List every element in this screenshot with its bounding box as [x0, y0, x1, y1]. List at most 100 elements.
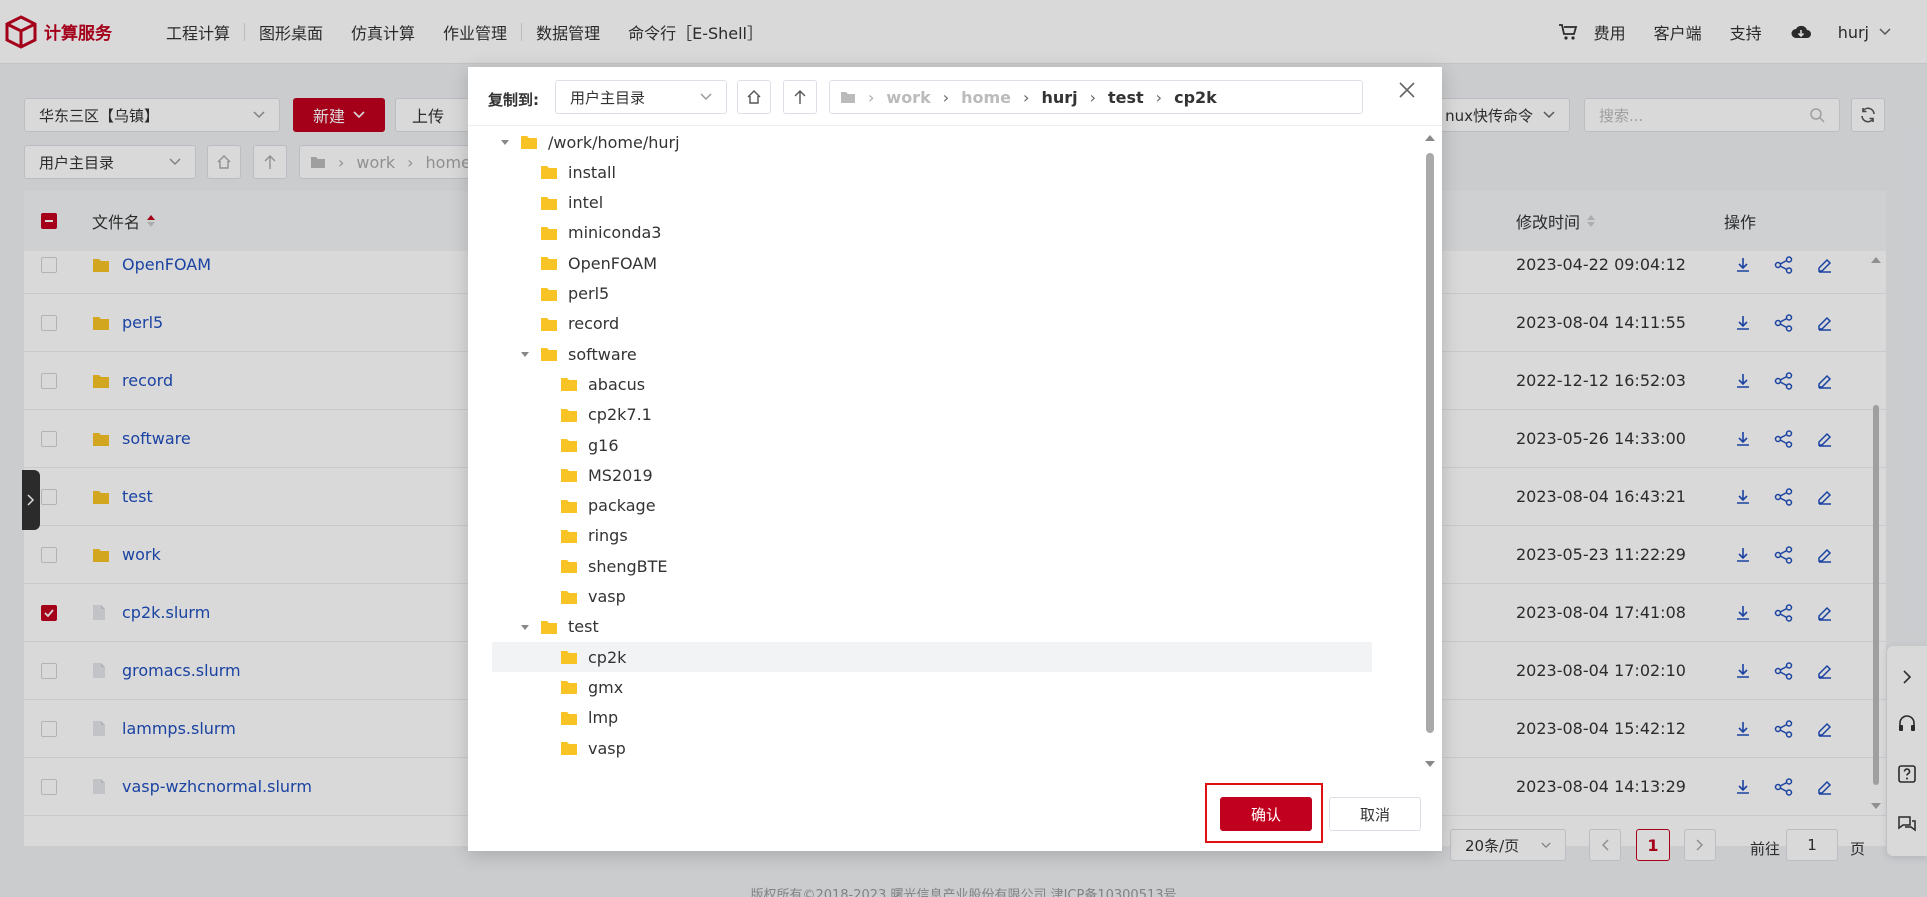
- folder-icon: [540, 316, 558, 332]
- crumb-work[interactable]: work: [886, 88, 930, 107]
- tree-node-label: cp2k7.1: [588, 405, 652, 425]
- folder-icon: [560, 498, 578, 514]
- tree-node-label: vasp: [588, 587, 626, 606]
- caret-spacer: [540, 440, 550, 450]
- tree-node[interactable]: gmx: [492, 672, 1372, 702]
- caret-spacer: [540, 682, 550, 692]
- tree-node[interactable]: cp2k7.1: [492, 400, 1372, 430]
- cancel-button[interactable]: 取消: [1329, 797, 1421, 831]
- tree-scrollbar[interactable]: [1423, 131, 1437, 771]
- tree-node[interactable]: OpenFOAM: [492, 248, 1372, 278]
- tree-node-label: rings: [588, 526, 628, 546]
- crumb-cp2k[interactable]: cp2k: [1174, 88, 1217, 107]
- tree-node-label: intel: [568, 193, 604, 213]
- tree-node[interactable]: /work/home/hurj: [492, 127, 1372, 157]
- tree-node[interactable]: install: [492, 157, 1372, 187]
- folder-icon: [560, 407, 578, 423]
- caret-spacer: [520, 319, 530, 329]
- dialog-home-button[interactable]: [737, 80, 771, 114]
- folder-icon: [560, 679, 578, 695]
- tree-node-label: OpenFOAM: [568, 253, 657, 273]
- tree-node-selected[interactable]: cp2k: [492, 642, 1372, 673]
- folder-icon: [560, 558, 578, 574]
- caret-spacer: [540, 743, 550, 753]
- folder-icon: [540, 225, 558, 241]
- folder-icon: [540, 195, 558, 211]
- tree-node[interactable]: vasp: [492, 733, 1372, 763]
- tree-node-label: lmp: [588, 708, 619, 728]
- folder-icon: [560, 376, 578, 392]
- chevron-right-icon: ›: [868, 87, 875, 107]
- caret-spacer: [540, 531, 550, 541]
- folder-icon: [560, 467, 578, 483]
- folder-icon: [520, 134, 538, 150]
- tree-node[interactable]: g16: [492, 430, 1372, 460]
- tree-node[interactable]: miniconda3: [492, 218, 1372, 248]
- confirm-button[interactable]: 确认: [1220, 797, 1312, 831]
- caret-spacer: [540, 592, 550, 602]
- folder-icon: [540, 255, 558, 271]
- tree-node-label: software: [568, 344, 637, 364]
- tree-node-label: /work/home/hurj: [548, 132, 680, 152]
- tree-node[interactable]: vasp: [492, 582, 1372, 612]
- dialog-divider: [468, 125, 1442, 126]
- crumb-test[interactable]: test: [1108, 88, 1144, 107]
- tree-node[interactable]: intel: [492, 188, 1372, 218]
- tree-node-label: cp2k: [588, 647, 627, 667]
- tree-node-label: install: [568, 162, 616, 182]
- folder-icon: [540, 164, 558, 180]
- chevron-down-icon: [700, 93, 712, 101]
- caret-down-icon[interactable]: [520, 622, 530, 632]
- dest-root-value: 用户主目录: [570, 88, 646, 107]
- caret-spacer: [520, 228, 530, 238]
- tree-node-label: MS2019: [588, 465, 653, 485]
- tree-node-label: g16: [588, 435, 619, 455]
- tree-node[interactable]: rings: [492, 521, 1372, 551]
- tree-node[interactable]: perl5: [492, 279, 1372, 309]
- caret-spacer: [520, 289, 530, 299]
- close-icon[interactable]: [1398, 81, 1416, 99]
- caret-spacer: [520, 198, 530, 208]
- tree-node[interactable]: abacus: [492, 369, 1372, 399]
- crumb-hurj[interactable]: hurj: [1041, 88, 1077, 107]
- dest-root-select[interactable]: 用户主目录: [555, 80, 727, 114]
- home-icon: [746, 89, 762, 105]
- tree-node[interactable]: software: [492, 339, 1372, 369]
- folder-icon: [540, 286, 558, 302]
- tree-node-label: miniconda3: [568, 223, 662, 243]
- folder-icon: [560, 649, 578, 665]
- caret-spacer: [540, 379, 550, 389]
- chevron-right-icon: ›: [1089, 87, 1096, 107]
- tree-node[interactable]: MS2019: [492, 460, 1372, 490]
- tree-node[interactable]: test: [492, 612, 1372, 642]
- tree-node-label: vasp: [588, 738, 626, 758]
- dialog-up-button[interactable]: [783, 80, 817, 114]
- crumb-home[interactable]: home: [961, 88, 1011, 107]
- caret-spacer: [520, 167, 530, 177]
- folder-tree: /work/home/hurj install intel miniconda3 Ope…: [492, 127, 1404, 769]
- caret-spacer: [540, 713, 550, 723]
- caret-down-icon[interactable]: [500, 137, 510, 147]
- copy-to-label: 复制到:: [488, 91, 539, 109]
- folder-icon: [540, 346, 558, 362]
- tree-node-label: shengBTE: [588, 556, 668, 576]
- tree-node[interactable]: lmp: [492, 703, 1372, 733]
- chevron-right-icon: ›: [1155, 87, 1163, 107]
- chevron-right-icon: ›: [1023, 87, 1030, 107]
- tree-node[interactable]: package: [492, 491, 1372, 521]
- dialog-breadcrumb: › work › home › hurj › test › cp2k: [829, 80, 1363, 114]
- tree-node[interactable]: shengBTE: [492, 551, 1372, 581]
- caret-spacer: [540, 561, 550, 571]
- tree-node-label: package: [588, 496, 656, 516]
- caret-spacer: [540, 410, 550, 420]
- tree-node[interactable]: record: [492, 309, 1372, 339]
- folder-icon: [840, 90, 856, 104]
- tree-node[interactable]: work: [492, 763, 1372, 770]
- caret-spacer: [540, 652, 550, 662]
- caret-down-icon[interactable]: [520, 349, 530, 359]
- folder-icon: [560, 740, 578, 756]
- arrow-up-icon: [793, 89, 807, 105]
- chevron-right-icon: ›: [942, 87, 950, 107]
- tree-node-label: gmx: [588, 677, 624, 697]
- tree-node-label: abacus: [588, 374, 646, 394]
